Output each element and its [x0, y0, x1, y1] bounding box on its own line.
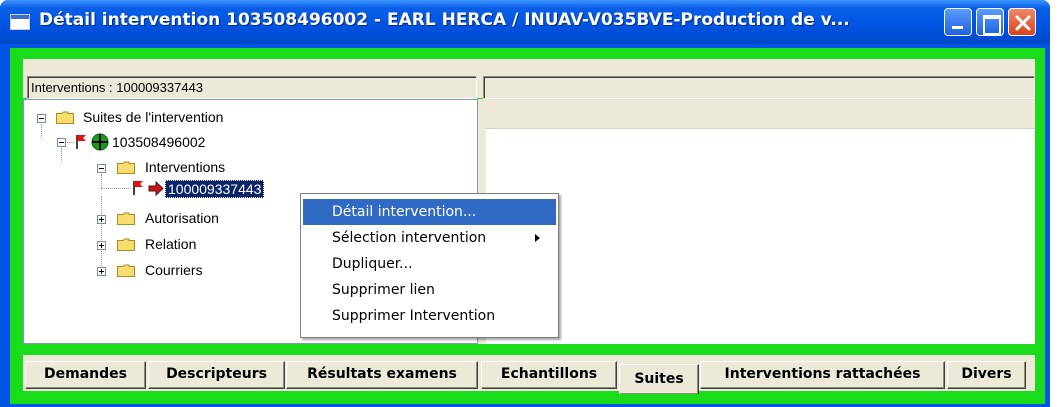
- close-button[interactable]: [1008, 8, 1036, 36]
- info-field: [483, 76, 1035, 99]
- menu-item-supprimer-lien[interactable]: Supprimer lien: [303, 277, 556, 303]
- folder-icon: [117, 161, 135, 174]
- submenu-arrow-icon: [535, 234, 540, 242]
- folder-icon: [56, 111, 74, 124]
- tree-folder-autorisation[interactable]: Autorisation: [143, 210, 221, 226]
- tab-strip: Demandes Descripteurs Résultats examens …: [23, 355, 1035, 394]
- tree-root-label[interactable]: Suites de l'intervention: [81, 109, 225, 125]
- intervention-status-icon: [91, 133, 109, 151]
- tab-echantillons[interactable]: Echantillons: [481, 361, 617, 389]
- menu-item-detail-intervention[interactable]: Détail intervention...: [303, 199, 556, 225]
- minimize-button[interactable]: [944, 8, 972, 36]
- close-icon: [1015, 15, 1031, 31]
- detail-panel-header: [486, 99, 1035, 129]
- tab-demandes[interactable]: Demandes: [25, 361, 146, 389]
- menu-item-dupliquer[interactable]: Dupliquer...: [303, 251, 556, 277]
- expand-icon[interactable]: [97, 241, 106, 250]
- expand-icon[interactable]: [97, 267, 106, 276]
- menu-item-supprimer-intervention[interactable]: Supprimer Intervention: [303, 303, 556, 329]
- expand-icon[interactable]: [97, 215, 106, 224]
- collapse-icon[interactable]: [97, 164, 106, 173]
- tree-folder-relation[interactable]: Relation: [143, 236, 198, 252]
- arrow-right-icon: [148, 181, 164, 196]
- menu-item-selection-intervention[interactable]: Sélection intervention: [303, 225, 556, 251]
- tab-resultats-examens[interactable]: Résultats examens: [286, 361, 478, 389]
- tree-folder-courriers[interactable]: Courriers: [143, 262, 205, 278]
- flag-icon: [133, 181, 143, 195]
- maximize-button[interactable]: [976, 8, 1004, 36]
- interventions-field: Interventions : 100009337443: [27, 76, 477, 99]
- context-menu: Détail intervention... Sélection interve…: [300, 193, 559, 338]
- folder-icon: [117, 238, 135, 251]
- tab-suites[interactable]: Suites: [619, 364, 699, 394]
- window-icon: [10, 14, 30, 30]
- collapse-icon[interactable]: [37, 114, 46, 123]
- flag-icon: [76, 135, 86, 149]
- selected-intervention-label[interactable]: 100009337443: [165, 180, 265, 198]
- header-pane: Interventions : 100009337443: [23, 59, 1035, 99]
- window-title: Détail intervention 103508496002 - EARL …: [39, 10, 850, 30]
- tab-descripteurs[interactable]: Descripteurs: [148, 361, 285, 389]
- collapse-icon[interactable]: [57, 138, 66, 147]
- detail-panel: [486, 99, 1035, 344]
- title-bar[interactable]: Détail intervention 103508496002 - EARL …: [0, 0, 1050, 44]
- tab-divers[interactable]: Divers: [947, 361, 1026, 389]
- tab-interventions-rattachees[interactable]: Interventions rattachées: [700, 361, 945, 389]
- folder-icon: [117, 212, 135, 225]
- interventions-folder-label[interactable]: Interventions: [143, 159, 227, 175]
- folder-icon: [117, 264, 135, 277]
- intervention-label[interactable]: 103508496002: [110, 134, 207, 150]
